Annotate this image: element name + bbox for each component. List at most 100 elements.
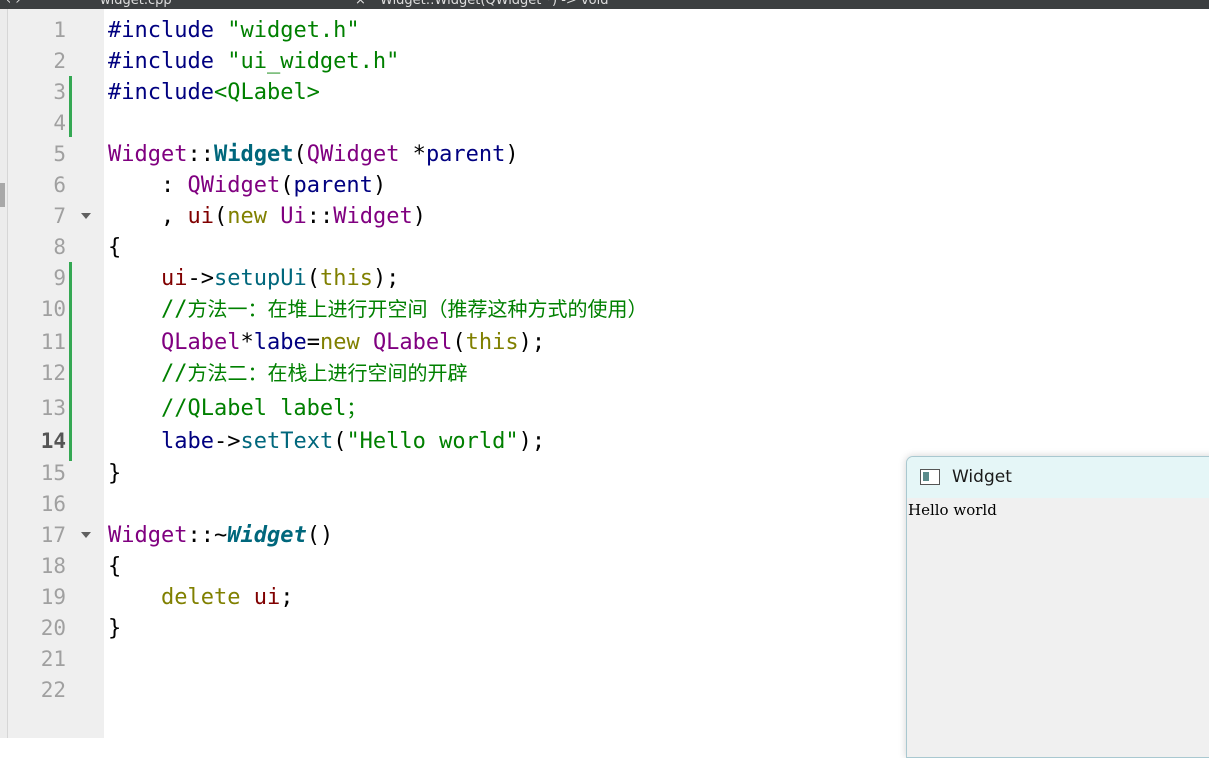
code-line[interactable]: } bbox=[108, 458, 121, 489]
line-number: 20 bbox=[40, 616, 66, 640]
back-arrow-icon[interactable]: ‹ › bbox=[6, 0, 21, 8]
code-line[interactable]: #include<QLabel> bbox=[108, 77, 320, 108]
code-token: () bbox=[306, 523, 334, 548]
line-number-row[interactable]: 17 bbox=[8, 520, 104, 551]
code-token: :: bbox=[306, 204, 334, 229]
scroll-marker bbox=[0, 183, 5, 207]
line-number-row[interactable]: 5 bbox=[8, 139, 104, 170]
code-line[interactable]: Widget::~Widget() bbox=[108, 520, 333, 551]
breadcrumb[interactable]: Widget::Widget(QWidget *) -> void bbox=[380, 0, 608, 8]
line-number-row[interactable]: 9 bbox=[8, 263, 104, 294]
code-line[interactable]: //方法一：在堆上进行开空间（推荐这种方式的使用） bbox=[108, 294, 648, 325]
code-token: labe bbox=[253, 330, 307, 355]
window-titlebar[interactable]: Widget bbox=[907, 457, 1209, 498]
line-number-row[interactable]: 2 bbox=[8, 46, 104, 77]
code-token: Widget bbox=[108, 142, 188, 167]
line-number-row[interactable]: 22 bbox=[8, 675, 104, 706]
code-token: parent bbox=[425, 142, 506, 167]
code-line[interactable]: //方法二：在栈上进行空间的开辟 bbox=[108, 358, 468, 389]
editor-toolbar: ‹ › widget.cpp × Widget::Widget(QWidget … bbox=[0, 0, 1209, 9]
widget-preview-window[interactable]: Widget Hello world bbox=[906, 456, 1209, 758]
code-token: ); bbox=[372, 266, 400, 291]
line-number-row[interactable]: 20 bbox=[8, 613, 104, 644]
code-token: ui bbox=[187, 204, 214, 229]
code-token: new bbox=[319, 330, 373, 355]
code-token: ( bbox=[280, 173, 294, 198]
line-number: 7 bbox=[53, 204, 66, 228]
code-line[interactable]: QLabel*labe=new QLabel(this); bbox=[108, 327, 545, 358]
code-token: ::~ bbox=[187, 523, 228, 548]
code-token: ) bbox=[372, 173, 387, 198]
code-line[interactable]: : QWidget(parent) bbox=[108, 170, 386, 201]
line-number-row[interactable]: 3 bbox=[8, 77, 104, 108]
line-number-row[interactable]: 11 bbox=[8, 327, 104, 358]
code-line[interactable]: labe->setText("Hello world"); bbox=[108, 426, 545, 457]
code-line[interactable]: //QLabel label； bbox=[108, 393, 366, 424]
line-number: 17 bbox=[40, 523, 66, 547]
code-token: { bbox=[108, 554, 122, 579]
code-line[interactable]: Widget::Widget(QWidget *parent) bbox=[108, 139, 519, 170]
code-token: "ui_widget.h" bbox=[227, 49, 400, 74]
line-number-row[interactable]: 13 bbox=[8, 393, 104, 424]
code-line[interactable]: { bbox=[108, 232, 121, 263]
line-number-row[interactable]: 4 bbox=[8, 108, 104, 139]
code-token: 方法一：在堆上进行开空间（推荐这种方式的使用） bbox=[187, 297, 648, 321]
line-number-row[interactable]: 8 bbox=[8, 232, 104, 263]
code-token: // bbox=[160, 297, 188, 322]
code-token: Widget bbox=[333, 204, 413, 229]
code-token: QWidget bbox=[306, 142, 400, 167]
line-number-row[interactable]: 15 bbox=[8, 458, 104, 489]
code-line[interactable]: { bbox=[108, 551, 121, 582]
line-number-row[interactable]: 18 bbox=[8, 551, 104, 582]
code-token: * bbox=[240, 330, 254, 355]
code-line[interactable]: delete ui; bbox=[108, 582, 293, 613]
code-token: = bbox=[306, 330, 320, 355]
line-number-row[interactable]: 7 bbox=[8, 201, 104, 232]
fold-arrow-icon[interactable] bbox=[81, 532, 91, 538]
editor-left-strip bbox=[0, 9, 8, 738]
line-number: 3 bbox=[53, 80, 66, 104]
code-token: ) bbox=[505, 142, 519, 167]
line-number-row[interactable]: 16 bbox=[8, 489, 104, 520]
qt-window-icon bbox=[920, 469, 940, 485]
line-number-row[interactable]: 19 bbox=[8, 582, 104, 613]
line-number: 18 bbox=[40, 554, 66, 578]
line-number-gutter[interactable]: 1 2 3 4 5 6 7 8 9 10 11 12 13 14 15 16 17 18 19 20 21 22 bbox=[8, 9, 104, 738]
code-token: Ui bbox=[280, 204, 307, 229]
line-number: 4 bbox=[53, 111, 66, 135]
code-token: ); bbox=[518, 429, 546, 454]
line-number-row[interactable]: 12 bbox=[8, 358, 104, 389]
line-number: 10 bbox=[40, 297, 66, 321]
line-number: 13 bbox=[40, 396, 66, 420]
code-token: Widget bbox=[227, 523, 307, 548]
code-token: "widget.h" bbox=[227, 18, 360, 43]
code-line[interactable]: #include "widget.h" bbox=[108, 15, 360, 46]
hello-label: Hello world bbox=[908, 501, 997, 519]
code-token: "Hello world" bbox=[346, 429, 519, 454]
code-token: 方法二：在栈上进行空间的开辟 bbox=[187, 361, 468, 385]
file-tab[interactable]: widget.cpp bbox=[100, 0, 172, 8]
code-line[interactable]: , ui(new Ui::Widget) bbox=[108, 201, 426, 232]
code-line[interactable]: ui->setupUi(this); bbox=[108, 263, 399, 294]
code-line[interactable]: #include "ui_widget.h" bbox=[108, 46, 399, 77]
code-token: ui bbox=[253, 585, 281, 610]
line-number-row[interactable]: 21 bbox=[8, 644, 104, 675]
line-number: 12 bbox=[40, 361, 66, 385]
close-tab-icon[interactable]: × bbox=[355, 0, 366, 8]
code-line[interactable]: } bbox=[108, 613, 121, 644]
code-token: -> bbox=[187, 266, 214, 291]
line-number: 9 bbox=[53, 266, 66, 290]
fold-arrow-icon[interactable] bbox=[81, 213, 91, 219]
line-number-row[interactable]: 10 bbox=[8, 294, 104, 325]
line-number-row[interactable]: 6 bbox=[8, 170, 104, 201]
code-token: <QLabel> bbox=[213, 80, 320, 105]
line-number-row[interactable]: 14 bbox=[8, 426, 104, 457]
code-token: ) bbox=[412, 204, 426, 229]
code-token: this bbox=[465, 330, 519, 355]
code-token: , bbox=[108, 204, 188, 229]
code-token: { bbox=[108, 235, 122, 260]
line-number-row[interactable]: 1 bbox=[8, 15, 104, 46]
code-token: // bbox=[160, 361, 188, 386]
